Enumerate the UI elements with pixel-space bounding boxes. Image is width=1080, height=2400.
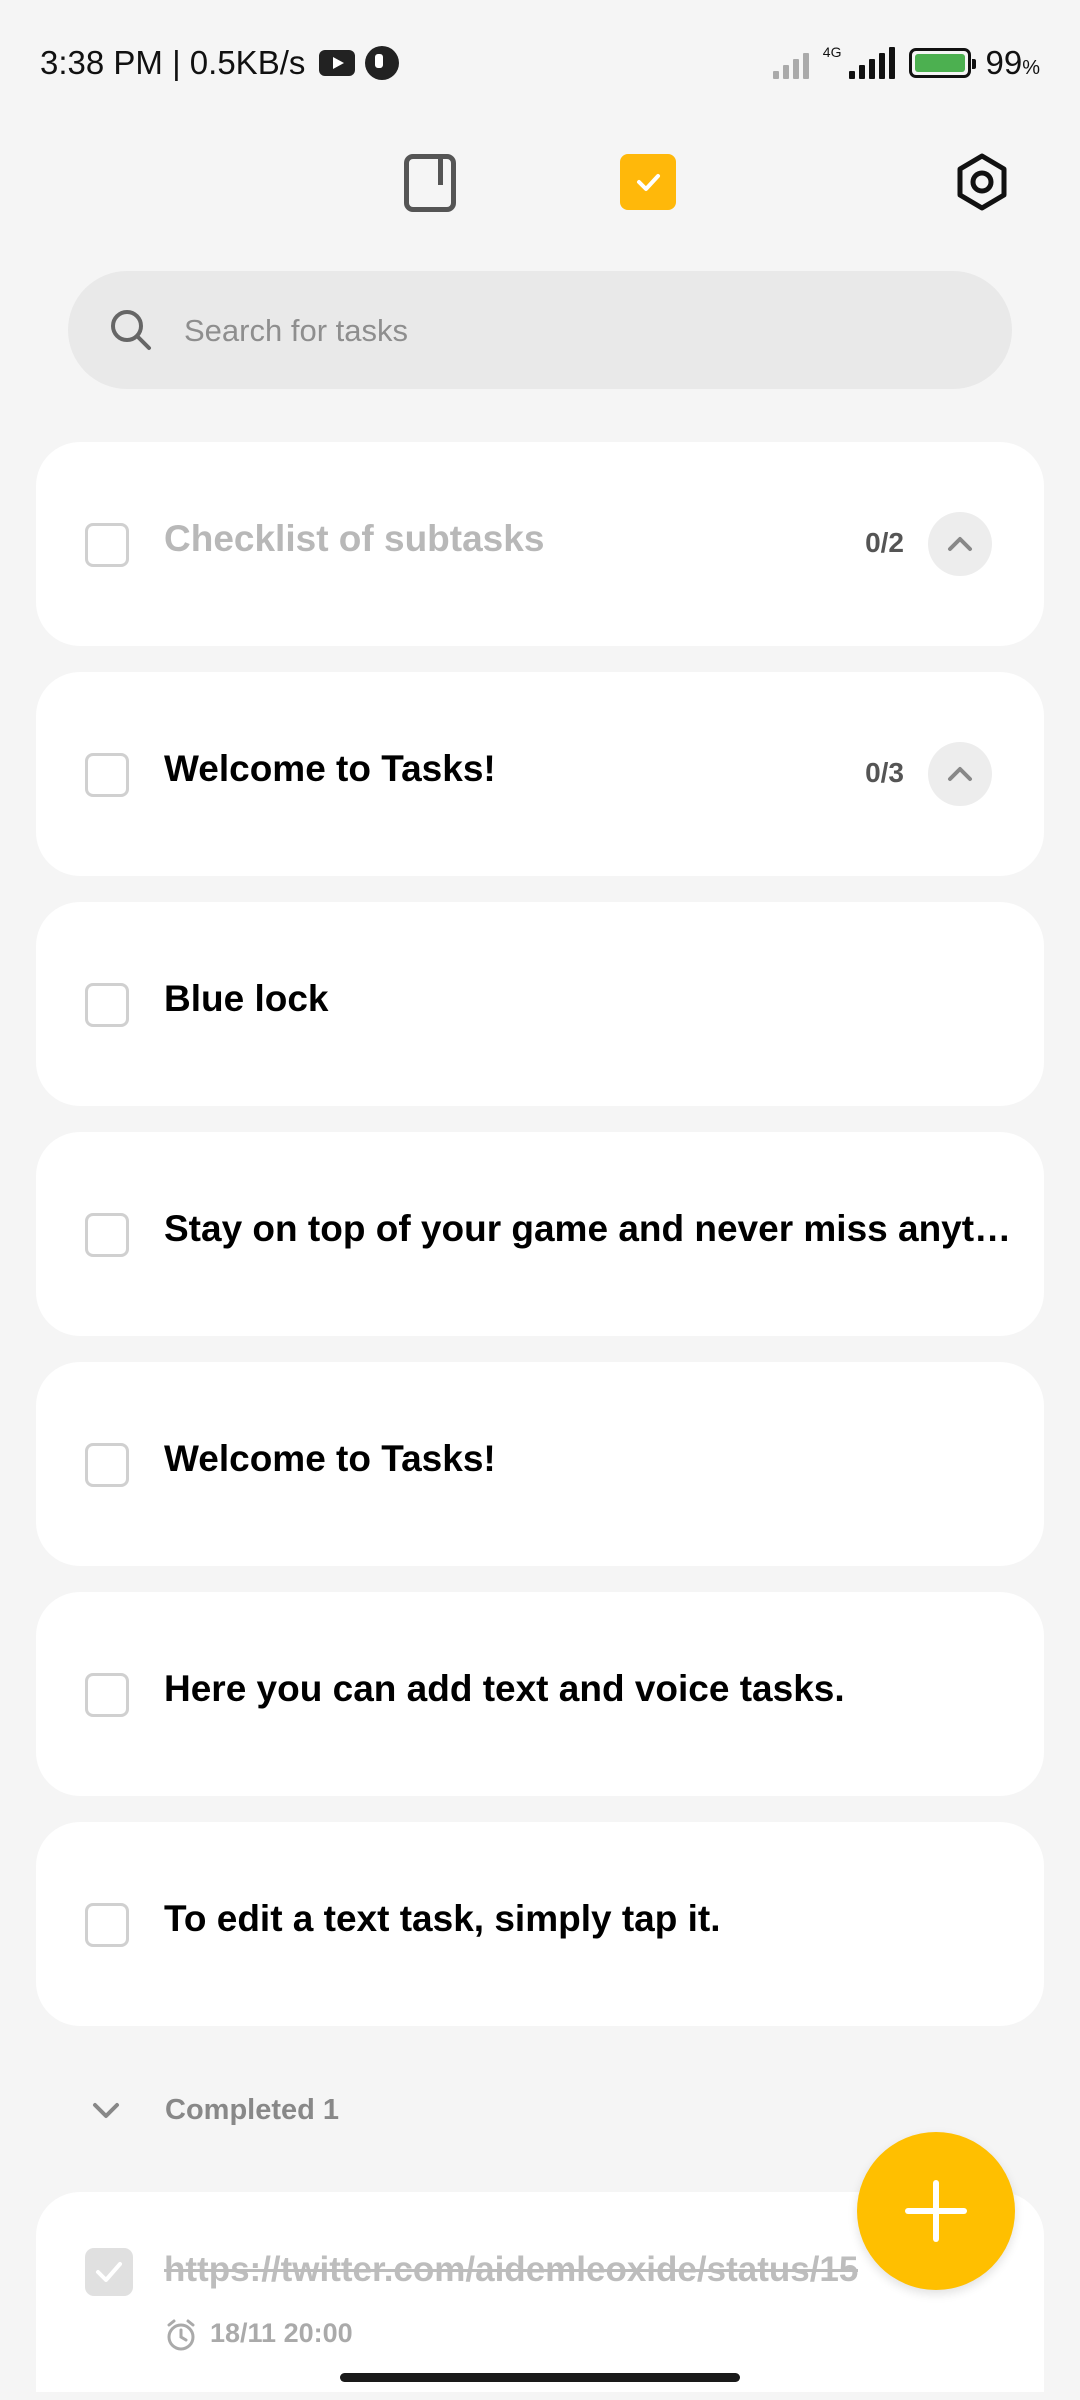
reminder-time: 18/11 20:00 [210,2318,353,2348]
completed-label: Completed 1 [165,2094,340,2126]
collapse-subtasks-button[interactable] [928,742,992,806]
battery-icon [909,48,977,78]
task-card[interactable]: Checklist of subtasks 0/2 [36,442,1044,646]
task-checkbox[interactable] [85,1443,129,1487]
battery-percent-unit: % [1022,57,1040,79]
status-right: 4G 99% [772,44,1040,82]
status-bar: 3:38 PM | 0.5KB/s 4G 99% [0,0,1080,130]
alarm-clock-icon [167,2319,195,2351]
task-title: Blue lock [164,978,329,1019]
search-bar[interactable] [68,271,1012,391]
task-card[interactable]: Here you can add text and voice tasks. [36,1592,1044,1796]
chevron-down-icon [93,2103,119,2118]
check-icon [96,2262,122,2282]
settings-icon[interactable] [952,152,1012,212]
collapse-subtasks-button[interactable] [928,512,992,576]
app-notification-icon [365,46,400,80]
task-card[interactable]: Blue lock [36,902,1044,1106]
task-checkbox[interactable] [85,1673,129,1717]
home-indicator[interactable] [340,2373,740,2382]
chevron-up-icon [948,767,972,781]
plus-icon [905,2180,967,2242]
signal-sim2-icon [849,47,896,79]
status-time-speed: 3:38 PM | 0.5KB/s [40,44,306,81]
task-title: To edit a text task, simply tap it. [164,1898,721,1939]
task-title: Welcome to Tasks! [164,1438,496,1479]
search-icon [111,310,151,350]
task-card[interactable]: Welcome to Tasks! [36,1362,1044,1566]
task-card[interactable]: Stay on top of your game and never miss … [36,1132,1044,1336]
search-input[interactable] [182,271,966,391]
tasks-tab-icon[interactable] [620,154,676,210]
task-card[interactable]: Welcome to Tasks! 0/3 [36,672,1044,876]
battery-percent: 99% [985,44,1040,82]
task-checkbox[interactable] [85,753,129,797]
subtask-count: 0/2 [865,527,904,558]
task-title: Checklist of subtasks [164,518,545,559]
add-task-button[interactable] [857,2132,1015,2290]
task-title: Here you can add text and voice tasks. [164,1668,845,1709]
task-checkbox[interactable] [85,983,129,1027]
completed-section-toggle[interactable]: Completed 1 [90,2090,339,2130]
subtask-count: 0/3 [865,757,904,788]
top-nav [0,140,1080,240]
network-type-label: 4G [822,44,842,60]
task-checkbox[interactable] [85,523,129,567]
battery-percent-value: 99 [985,44,1023,81]
task-card[interactable]: To edit a text task, simply tap it. [36,1822,1044,2026]
task-title: Stay on top of your game and never miss … [164,1208,1022,1249]
status-left: 3:38 PM | 0.5KB/s [40,44,400,82]
youtube-notification-icon [319,50,356,76]
completed-task-title: https://twitter.com/aidemleoxide/status/… [164,2250,859,2289]
signal-sim1-icon [772,47,809,79]
notes-tab-icon[interactable] [404,154,456,212]
chevron-up-icon [948,537,972,551]
task-checkbox[interactable] [85,1903,129,1947]
task-title: Welcome to Tasks! [164,748,496,789]
task-checkbox[interactable] [85,1213,129,1257]
completed-task-checkbox[interactable] [85,2248,133,2296]
